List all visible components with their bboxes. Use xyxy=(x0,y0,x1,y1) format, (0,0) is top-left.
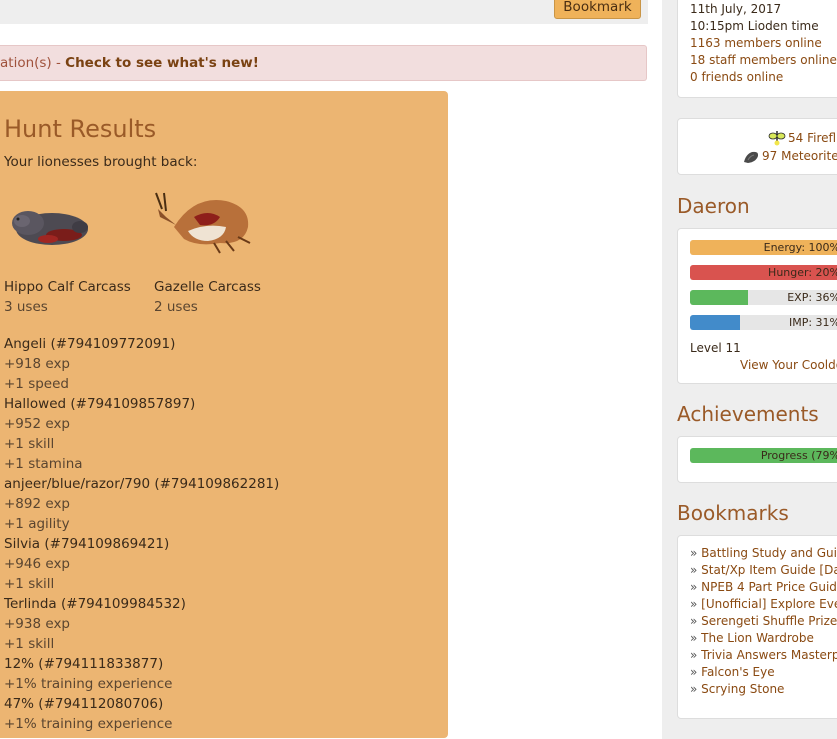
gazelle-carcass-image xyxy=(155,192,251,254)
imp-bar: IMP: 31% xyxy=(690,315,837,330)
lioness-result-gain: +946 exp xyxy=(4,556,70,572)
lioness-result-name: Terlinda (#794109984532) xyxy=(4,596,186,612)
bookmark-link[interactable]: » Falcon's Eye xyxy=(690,665,775,679)
bookmark-link[interactable]: » Trivia Answers Masterpo xyxy=(690,648,837,662)
lioness-result-gain: +1 skill xyxy=(4,436,55,452)
whats-new-link[interactable]: Check to see what's new! xyxy=(65,55,259,71)
lioness-result-gain: +1 skill xyxy=(4,636,55,652)
energy-bar: Energy: 100% xyxy=(690,240,837,255)
bookmark-link[interactable]: » Stat/Xp Item Guide [Data xyxy=(690,563,837,577)
lioness-result-gain: +918 exp xyxy=(4,356,70,372)
bullet-icon: » xyxy=(690,563,702,577)
server-date: 11th July, 2017 xyxy=(690,2,782,16)
lioness-result-gain: +1 speed xyxy=(4,376,69,392)
top-bar xyxy=(0,0,648,24)
bullet-icon: » xyxy=(690,614,702,628)
bookmark-link[interactable]: » NPEB 4 Part Price Guide xyxy=(690,580,837,594)
fireflies-count[interactable]: 54 Firefli xyxy=(788,131,837,145)
lioness-result-name: 47% (#794112080706) xyxy=(4,696,164,712)
bullet-icon: » xyxy=(690,631,702,645)
site-info-panel: 11th July, 2017 10:15pm Lioden time 1163… xyxy=(677,0,837,98)
bullet-icon: » xyxy=(690,648,702,662)
hunt-results-list: Angeli (#794109772091) +918 exp +1 speed Ha… xyxy=(4,334,279,734)
hunt-results-panel: Hunt Results Your lionesses brought back… xyxy=(0,91,448,738)
lioness-result-gain: +1 agility xyxy=(4,516,70,532)
exp-label: EXP: 36% xyxy=(787,291,837,304)
hippo-calf-carcass-image xyxy=(12,211,88,245)
bookmarks-heading: Bookmarks xyxy=(677,501,789,525)
bullet-icon: » xyxy=(690,580,702,594)
bookmark-label: [Unofficial] Explore Event xyxy=(701,597,837,611)
bookmark-label: Falcon's Eye xyxy=(701,665,775,679)
achievement-progress-label: Progress (79% xyxy=(760,449,837,462)
bookmarks-panel: » Battling Study and Guide» Stat/Xp Item… xyxy=(677,535,837,719)
exp-bar: EXP: 36% xyxy=(690,290,837,305)
imp-label: IMP: 31% xyxy=(788,316,837,329)
view-cooldowns-link[interactable]: View Your Cooldo xyxy=(740,358,837,372)
bookmark-label: The Lion Wardrobe xyxy=(701,631,814,645)
bookmark-label: Battling Study and Guide xyxy=(701,546,837,560)
bullet-icon: » xyxy=(690,546,702,560)
lioness-result-name: 12% (#794111833877) xyxy=(4,656,164,672)
lioness-result-gain: +892 exp xyxy=(4,496,70,512)
meteorite-count[interactable]: 97 Meteorite xyxy=(762,149,837,163)
hunt-results-subtitle: Your lionesses brought back: xyxy=(4,154,198,170)
prey-uses: 3 uses xyxy=(4,299,48,315)
lion-stats-panel: Energy: 100% Hunger: 20% EXP: 36% IMP: 3… xyxy=(677,228,837,384)
staff-online-link[interactable]: 18 staff members online xyxy=(690,53,837,67)
bookmark-link[interactable]: » Battling Study and Guide xyxy=(690,546,837,560)
lion-level: Level 11 xyxy=(690,341,741,355)
lioness-result-name: Angeli (#794109772091) xyxy=(4,336,176,352)
prey-item: Gazelle Carcass 2 uses xyxy=(154,187,294,315)
currency-panel: 54 Firefli 97 Meteorite xyxy=(677,118,837,175)
bullet-icon: » xyxy=(690,682,702,696)
bookmark-link[interactable]: » Serengeti Shuffle Prize Ti xyxy=(690,614,837,628)
notification-text: ation(s) - xyxy=(0,55,66,71)
lioness-result-gain: +938 exp xyxy=(4,616,70,632)
prey-item: Hippo Calf Carcass 3 uses xyxy=(4,187,144,315)
lioness-result-name: Silvia (#794109869421) xyxy=(4,536,170,552)
bookmark-label: Scrying Stone xyxy=(701,682,785,696)
bookmark-link[interactable]: » Scrying Stone xyxy=(690,682,784,696)
bookmark-label: Serengeti Shuffle Prize Ti xyxy=(701,614,837,628)
notification-banner: ation(s) - Check to see what's new! xyxy=(0,45,647,81)
achievement-progress-bar: Progress (79% xyxy=(690,448,837,463)
lioness-result-gain: +1 skill xyxy=(4,576,55,592)
achievements-panel: Progress (79% xyxy=(677,436,837,483)
hunt-results-title: Hunt Results xyxy=(4,115,157,143)
prey-name: Hippo Calf Carcass xyxy=(4,279,131,295)
lioness-result-gain: +952 exp xyxy=(4,416,70,432)
lioness-result-gain: +1 stamina xyxy=(4,456,83,472)
lioness-result-gain: +1% training experience xyxy=(4,676,173,692)
hunger-bar: Hunger: 20% xyxy=(690,265,837,280)
bookmark-link[interactable]: » [Unofficial] Explore Event xyxy=(690,597,837,611)
bookmark-button[interactable]: Bookmark xyxy=(554,0,641,19)
lion-name-heading[interactable]: Daeron xyxy=(677,194,750,218)
hunger-label: Hunger: 20% xyxy=(768,266,837,279)
bullet-icon: » xyxy=(690,665,702,679)
achievements-heading: Achievements xyxy=(677,402,819,426)
bookmark-label: Trivia Answers Masterpo xyxy=(701,648,837,662)
bookmark-label: NPEB 4 Part Price Guide xyxy=(701,580,837,594)
energy-label: Energy: 100% xyxy=(763,241,837,254)
lioness-result-gain: +1% training experience xyxy=(4,716,173,732)
members-online-link[interactable]: 1163 members online xyxy=(690,36,822,50)
lioness-result-name: anjeer/blue/razor/790 (#794109862281) xyxy=(4,476,280,492)
bullet-icon: » xyxy=(690,597,702,611)
prey-uses: 2 uses xyxy=(154,299,198,315)
prey-name: Gazelle Carcass xyxy=(154,279,261,295)
lioness-result-name: Hallowed (#794109857897) xyxy=(4,396,196,412)
firefly-icon xyxy=(768,131,786,146)
meteorite-icon xyxy=(744,151,759,163)
friends-online-link[interactable]: 0 friends online xyxy=(690,70,783,84)
bookmark-link[interactable]: » The Lion Wardrobe xyxy=(690,631,814,645)
bookmark-label: Stat/Xp Item Guide [Data xyxy=(701,563,837,577)
server-time: 10:15pm Lioden time xyxy=(690,19,819,33)
